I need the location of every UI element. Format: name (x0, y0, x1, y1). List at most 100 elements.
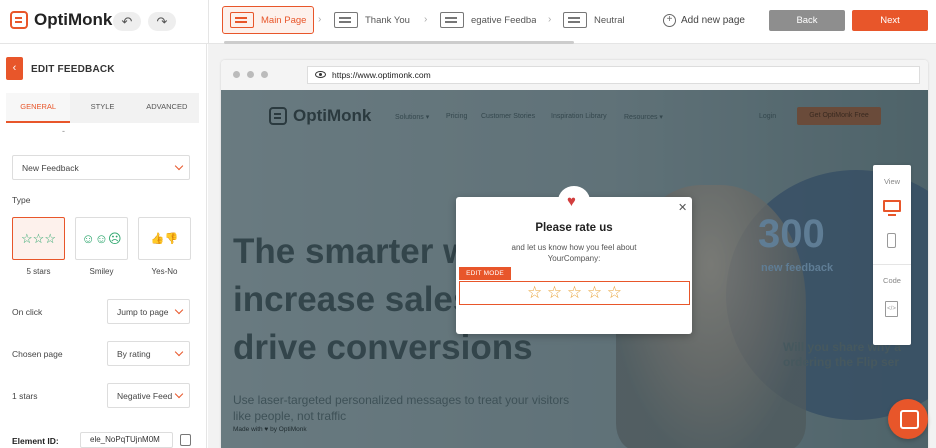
tab-advanced[interactable]: ADVANCED (135, 93, 199, 123)
sidebar-title: EDIT FEEDBACK (31, 64, 115, 75)
chevron-right-icon: › (548, 14, 552, 25)
chevron-right-icon: › (318, 14, 322, 25)
on-click-label: On click (12, 307, 43, 317)
site-logo-text: OptiMonk (293, 106, 372, 125)
view-panel-divider (873, 264, 911, 265)
edit-mode-badge: EDIT MODE (459, 267, 511, 280)
popup-description[interactable]: and let us know how you feel about YourC… (456, 243, 692, 264)
add-new-page-label: Add new page (681, 15, 745, 26)
heart-icon: ♥ (567, 193, 576, 210)
page-tab-label: egative Feedbac (471, 14, 536, 26)
window-dot-icon (261, 71, 268, 78)
chosen-page-select[interactable]: By rating (107, 341, 190, 366)
page-tab-neutral[interactable]: Neutral (563, 6, 631, 34)
page-tab-label: Thank You (365, 14, 410, 26)
page-thumbnail-icon (334, 12, 358, 28)
element-id-field[interactable]: ele_NoPqTUjnM0M (80, 432, 173, 448)
one-star-label: 1 stars (12, 391, 38, 401)
one-star-value: Negative Feed (117, 390, 173, 401)
chevron-down-icon (174, 161, 184, 171)
plus-circle-icon: + (663, 14, 676, 27)
sidebar-back-button[interactable]: ‹ (6, 57, 23, 80)
view-panel (873, 165, 911, 345)
back-button[interactable]: Back (769, 10, 845, 31)
stars-icon: ☆☆☆ (21, 230, 56, 246)
type-label-5-stars: 5 stars (26, 267, 51, 276)
window-dot-icon (247, 71, 254, 78)
browser-bar: https://www.optimonk.com (221, 60, 928, 90)
eye-icon (315, 71, 326, 78)
app-name: OptiMonk (34, 10, 113, 29)
tab-style[interactable]: STYLE (70, 93, 134, 123)
chosen-page-label: Chosen page (12, 349, 63, 359)
sidebar-tabs: GENERAL STYLE ADVANCED (6, 93, 199, 123)
site-nav-customer-stories: Customer Stories (481, 113, 536, 120)
site-login: Login (759, 113, 777, 120)
chevron-right-icon: › (424, 14, 428, 25)
smiley-icon: ☺☺☹ (81, 230, 122, 246)
feedback-select[interactable]: New Feedback (12, 155, 190, 180)
type-option-yes-no[interactable]: 👍👎 (138, 217, 191, 260)
site-stat-number: 300 (758, 212, 825, 256)
made-with-label: Made with ♥ by OptiMonk (233, 426, 307, 433)
tab-general[interactable]: GENERAL (6, 93, 71, 123)
divider-dash: - (62, 126, 65, 136)
type-label: Type (12, 195, 31, 205)
code-label: Code (883, 276, 901, 285)
mobile-view-icon[interactable] (887, 233, 896, 248)
url-bar: https://www.optimonk.com (307, 66, 920, 84)
optimonk-logo-icon (10, 11, 28, 29)
page-thumbnail-icon (563, 12, 587, 28)
page-tab-label: Neutral (594, 14, 625, 26)
popup-title[interactable]: Please rate us (456, 222, 692, 234)
page-tab-label: Main Page (261, 14, 307, 26)
one-star-select[interactable]: Negative Feed (107, 383, 190, 408)
type-label-yes-no: Yes-No (151, 267, 178, 276)
site-stat-label: new feedback (761, 262, 834, 274)
url-text: https://www.optimonk.com (332, 70, 431, 80)
star-rating-element[interactable]: ☆ ☆ ☆ ☆ ☆ (459, 281, 690, 305)
desktop-view-icon[interactable] (883, 200, 901, 216)
on-click-value: Jump to page (117, 306, 169, 317)
undo-button[interactable]: ↶ (113, 12, 141, 31)
code-file-icon[interactable]: </> (885, 301, 898, 317)
type-option-5-stars[interactable]: ☆☆☆ (12, 217, 65, 260)
chat-icon[interactable] (888, 399, 928, 439)
site-nav-pricing: Pricing (446, 113, 468, 120)
next-button[interactable]: Next (852, 10, 928, 31)
site-logo: OptiMonk (269, 106, 371, 126)
thumbs-icon: 👍👎 (150, 233, 179, 245)
page-tab-thank-you[interactable]: Thank You (334, 6, 416, 34)
chosen-page-value: By rating (117, 348, 151, 359)
site-subtext: Use laser-targeted personalized messages… (233, 393, 570, 423)
site-nav-solutions: Solutions ▾ (395, 114, 430, 121)
page-thumbnail-icon (440, 12, 464, 28)
feedback-select-value: New Feedback (22, 162, 79, 173)
chevron-down-icon (174, 389, 184, 399)
chevron-down-icon (174, 347, 184, 357)
rating-popup[interactable] (456, 197, 692, 334)
page-tab-negative-feedback[interactable]: egative Feedbac (440, 6, 536, 34)
edit-sidebar: ‹ EDIT FEEDBACK GENERAL STYLE ADVANCED -… (0, 44, 207, 448)
page-thumbnail-icon (230, 12, 254, 28)
on-click-select[interactable]: Jump to page (107, 299, 190, 324)
redo-icon: ↷ (156, 13, 168, 29)
close-icon[interactable]: ✕ (678, 201, 687, 214)
copy-icon[interactable] (180, 434, 191, 446)
type-option-smiley[interactable]: ☺☺☹ (75, 217, 128, 260)
page-tab-main[interactable]: Main Page (222, 6, 315, 34)
site-cta-button: Get OptiMonk Free (797, 107, 881, 125)
type-label-smiley: Smiley (89, 267, 114, 276)
site-nav-inspiration: Inspiration Library (551, 113, 607, 120)
view-label: View (883, 177, 901, 186)
star-rating-icons[interactable]: ☆ ☆ ☆ ☆ ☆ (527, 283, 622, 303)
app-logo[interactable]: OptiMonk (10, 10, 112, 30)
site-nav-resources: Resources ▾ (624, 114, 663, 121)
add-new-page-button[interactable]: + Add new page (663, 14, 745, 27)
window-dot-icon (233, 71, 240, 78)
undo-icon: ↶ (121, 13, 133, 29)
element-id-label: Element ID: (12, 436, 59, 446)
optimonk-logo-icon (269, 107, 287, 125)
chevron-left-icon: ‹ (12, 62, 17, 74)
redo-button[interactable]: ↷ (148, 12, 176, 31)
